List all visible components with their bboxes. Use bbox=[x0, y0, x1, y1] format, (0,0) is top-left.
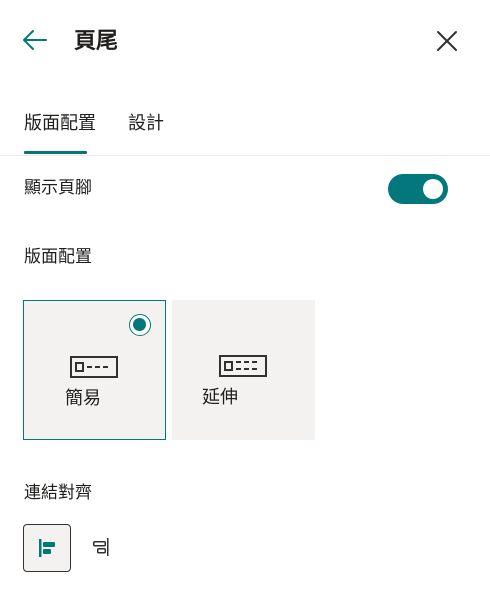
radio-selected-icon bbox=[129, 314, 151, 336]
extended-footer-icon bbox=[219, 355, 267, 377]
align-right-icon bbox=[93, 538, 109, 556]
back-button[interactable] bbox=[20, 26, 50, 56]
layout-option-extended-label: 延伸 bbox=[202, 387, 238, 408]
layout-option-simple[interactable]: 簡易 bbox=[23, 300, 166, 440]
align-left-icon bbox=[39, 539, 55, 557]
toggle-knob bbox=[423, 179, 443, 199]
tabs-divider bbox=[0, 155, 490, 156]
arrow-left-icon bbox=[23, 30, 47, 50]
radio-dot bbox=[133, 318, 146, 331]
show-footer-label: 顯示頁腳 bbox=[24, 178, 92, 198]
footer-settings-panel: 頁尾 版面配置 設計 顯示頁腳 版面配置 簡易 延伸 連結對齊 bbox=[0, 0, 490, 607]
layout-option-extended[interactable]: 延伸 bbox=[172, 300, 315, 440]
panel-title: 頁尾 bbox=[74, 29, 119, 54]
layout-option-simple-label: 簡易 bbox=[65, 388, 101, 409]
link-alignment-label: 連結對齊 bbox=[24, 483, 92, 503]
simple-footer-icon bbox=[70, 356, 118, 378]
active-tab-indicator bbox=[24, 151, 87, 154]
tab-layout[interactable]: 版面配置 bbox=[24, 110, 96, 138]
align-right-button[interactable] bbox=[78, 524, 126, 572]
show-footer-toggle[interactable] bbox=[388, 174, 448, 204]
layout-section-label: 版面配置 bbox=[24, 247, 92, 267]
close-button[interactable] bbox=[432, 27, 462, 57]
close-icon bbox=[437, 31, 457, 51]
tab-design[interactable]: 設計 bbox=[128, 110, 164, 138]
align-left-button[interactable] bbox=[23, 524, 71, 572]
